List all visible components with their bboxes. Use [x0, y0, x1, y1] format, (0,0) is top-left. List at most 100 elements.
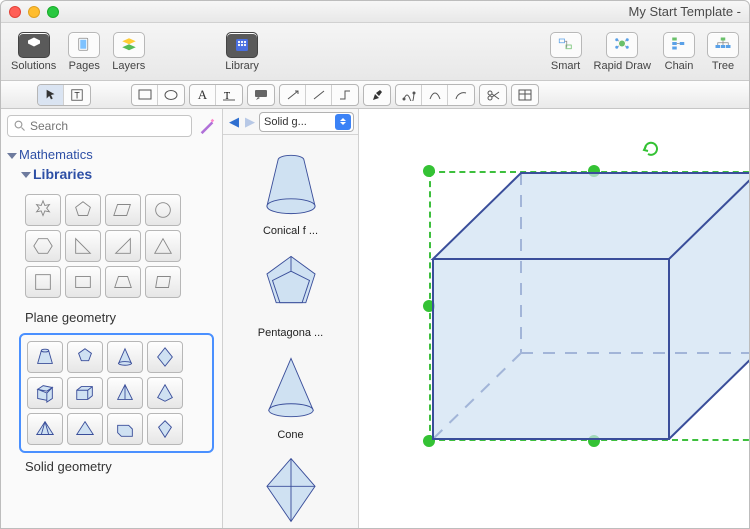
- window-controls: [9, 6, 59, 18]
- panel-back[interactable]: ◀: [227, 115, 241, 129]
- thumb-hexagon[interactable]: [25, 230, 61, 262]
- thumb-triangle[interactable]: [145, 230, 181, 262]
- thumb-star[interactable]: [25, 194, 61, 226]
- title-bar: My Start Template -: [1, 1, 749, 23]
- thumb-pentagon[interactable]: [65, 194, 101, 226]
- thumb-trapezoid[interactable]: [105, 266, 141, 298]
- thumb-pyramid[interactable]: [107, 377, 143, 409]
- scissors-tool[interactable]: [480, 85, 506, 105]
- thumb-circle[interactable]: [145, 194, 181, 226]
- thumb-diamond3d[interactable]: [147, 413, 183, 445]
- shape-cone[interactable]: Cone: [225, 345, 356, 447]
- shape-pentagonal-prism[interactable]: Pentagona ...: [225, 243, 356, 345]
- ellipse-tool[interactable]: [158, 85, 184, 105]
- shape-octahedron[interactable]: [225, 447, 356, 528]
- minimize-window[interactable]: [28, 6, 40, 18]
- thumb-right-triangle2[interactable]: [105, 230, 141, 262]
- library-label: Library: [225, 60, 259, 72]
- thumb-cone2[interactable]: [107, 341, 143, 373]
- library-button[interactable]: Library: [223, 32, 261, 72]
- table-tool[interactable]: [512, 85, 538, 105]
- solid-geometry-thumbs[interactable]: [19, 333, 214, 453]
- chain-icon: [663, 32, 695, 58]
- layers-label: Layers: [112, 60, 145, 72]
- pen-tool[interactable]: [364, 85, 390, 105]
- thumb-pyr2[interactable]: [27, 413, 63, 445]
- scissors-segment: [479, 84, 507, 106]
- content-area: Mathematics Libraries Pl: [1, 109, 749, 528]
- search-icon: [14, 120, 26, 132]
- solid-geometry-label: Solid geometry: [9, 457, 214, 482]
- line-tool[interactable]: [306, 85, 332, 105]
- smart-icon: [550, 32, 582, 58]
- maximize-window[interactable]: [47, 6, 59, 18]
- tree-category-label: Mathematics: [19, 147, 93, 162]
- callout-segment: [247, 84, 275, 106]
- shape-label: Conical f ...: [263, 225, 318, 237]
- rotate-handle[interactable]: [641, 137, 661, 157]
- shape-conical-frustum[interactable]: Conical f ...: [225, 141, 356, 243]
- thumb-pentaprism[interactable]: [67, 341, 103, 373]
- elbow-tool[interactable]: [332, 85, 358, 105]
- bezier-tool[interactable]: [422, 85, 448, 105]
- shape-label: Cone: [277, 429, 303, 441]
- library-combo-label: Solid g...: [264, 116, 307, 128]
- thumb-frustum[interactable]: [27, 341, 63, 373]
- thumb-rhombus[interactable]: [145, 266, 181, 298]
- pages-label: Pages: [69, 60, 100, 72]
- thumb-tetra[interactable]: [147, 377, 183, 409]
- layers-button[interactable]: Layers: [110, 32, 147, 72]
- cube-shape[interactable]: [429, 169, 749, 443]
- spline-tool[interactable]: [396, 85, 422, 105]
- callout-tool[interactable]: [248, 85, 274, 105]
- drawing-toolbar: T A T: [1, 81, 749, 109]
- solutions-button[interactable]: Solutions: [9, 32, 58, 72]
- pages-icon: [68, 32, 100, 58]
- shape-list: Conical f ... Pentagona ... Cone: [223, 135, 358, 528]
- plane-geometry-thumbs[interactable]: [19, 188, 214, 304]
- arrow-tool[interactable]: [280, 85, 306, 105]
- thumb-prism2[interactable]: [107, 413, 143, 445]
- wizard-icon[interactable]: [198, 117, 216, 135]
- thumb-cube[interactable]: [27, 377, 63, 409]
- pen-segment: [363, 84, 391, 106]
- tree-subcategory[interactable]: Libraries: [9, 164, 214, 188]
- thumb-cuboid[interactable]: [67, 377, 103, 409]
- window-title: My Start Template -: [629, 4, 741, 19]
- panel-forward[interactable]: ▶: [243, 115, 257, 129]
- thumb-square2[interactable]: [65, 266, 101, 298]
- rect-tool[interactable]: [132, 85, 158, 105]
- tree-icon: [707, 32, 739, 58]
- rapid-draw-button[interactable]: Rapid Draw: [592, 32, 653, 72]
- line-segment: [279, 84, 359, 106]
- library-icon: [226, 32, 258, 58]
- thumb-octa[interactable]: [147, 341, 183, 373]
- search-field[interactable]: [7, 115, 192, 137]
- solutions-label: Solutions: [11, 60, 56, 72]
- library-browser: Mathematics Libraries Pl: [1, 109, 223, 528]
- text-letter-tool[interactable]: A: [190, 85, 216, 105]
- canvas[interactable]: [359, 109, 749, 528]
- pages-button[interactable]: Pages: [66, 32, 102, 72]
- solutions-icon: [18, 32, 50, 58]
- shape-segment: [131, 84, 185, 106]
- close-window[interactable]: [9, 6, 21, 18]
- pointer-tool[interactable]: [38, 85, 64, 105]
- arc-tool[interactable]: [448, 85, 474, 105]
- thumb-parallelogram[interactable]: [105, 194, 141, 226]
- tree-category[interactable]: Mathematics: [9, 145, 214, 164]
- tree-button[interactable]: Tree: [705, 32, 741, 72]
- library-combo[interactable]: Solid g...: [259, 112, 354, 132]
- thumb-right-triangle[interactable]: [65, 230, 101, 262]
- text-tool[interactable]: T: [64, 85, 90, 105]
- plane-geometry-label: Plane geometry: [9, 308, 214, 333]
- thumb-square[interactable]: [25, 266, 61, 298]
- text-box-tool[interactable]: T: [216, 85, 242, 105]
- smart-button[interactable]: Smart: [548, 32, 584, 72]
- thumb-pyr3[interactable]: [67, 413, 103, 445]
- chain-label: Chain: [665, 60, 694, 72]
- combo-arrows-icon: [335, 114, 351, 130]
- smart-label: Smart: [551, 60, 580, 72]
- search-input[interactable]: [30, 119, 185, 133]
- chain-button[interactable]: Chain: [661, 32, 697, 72]
